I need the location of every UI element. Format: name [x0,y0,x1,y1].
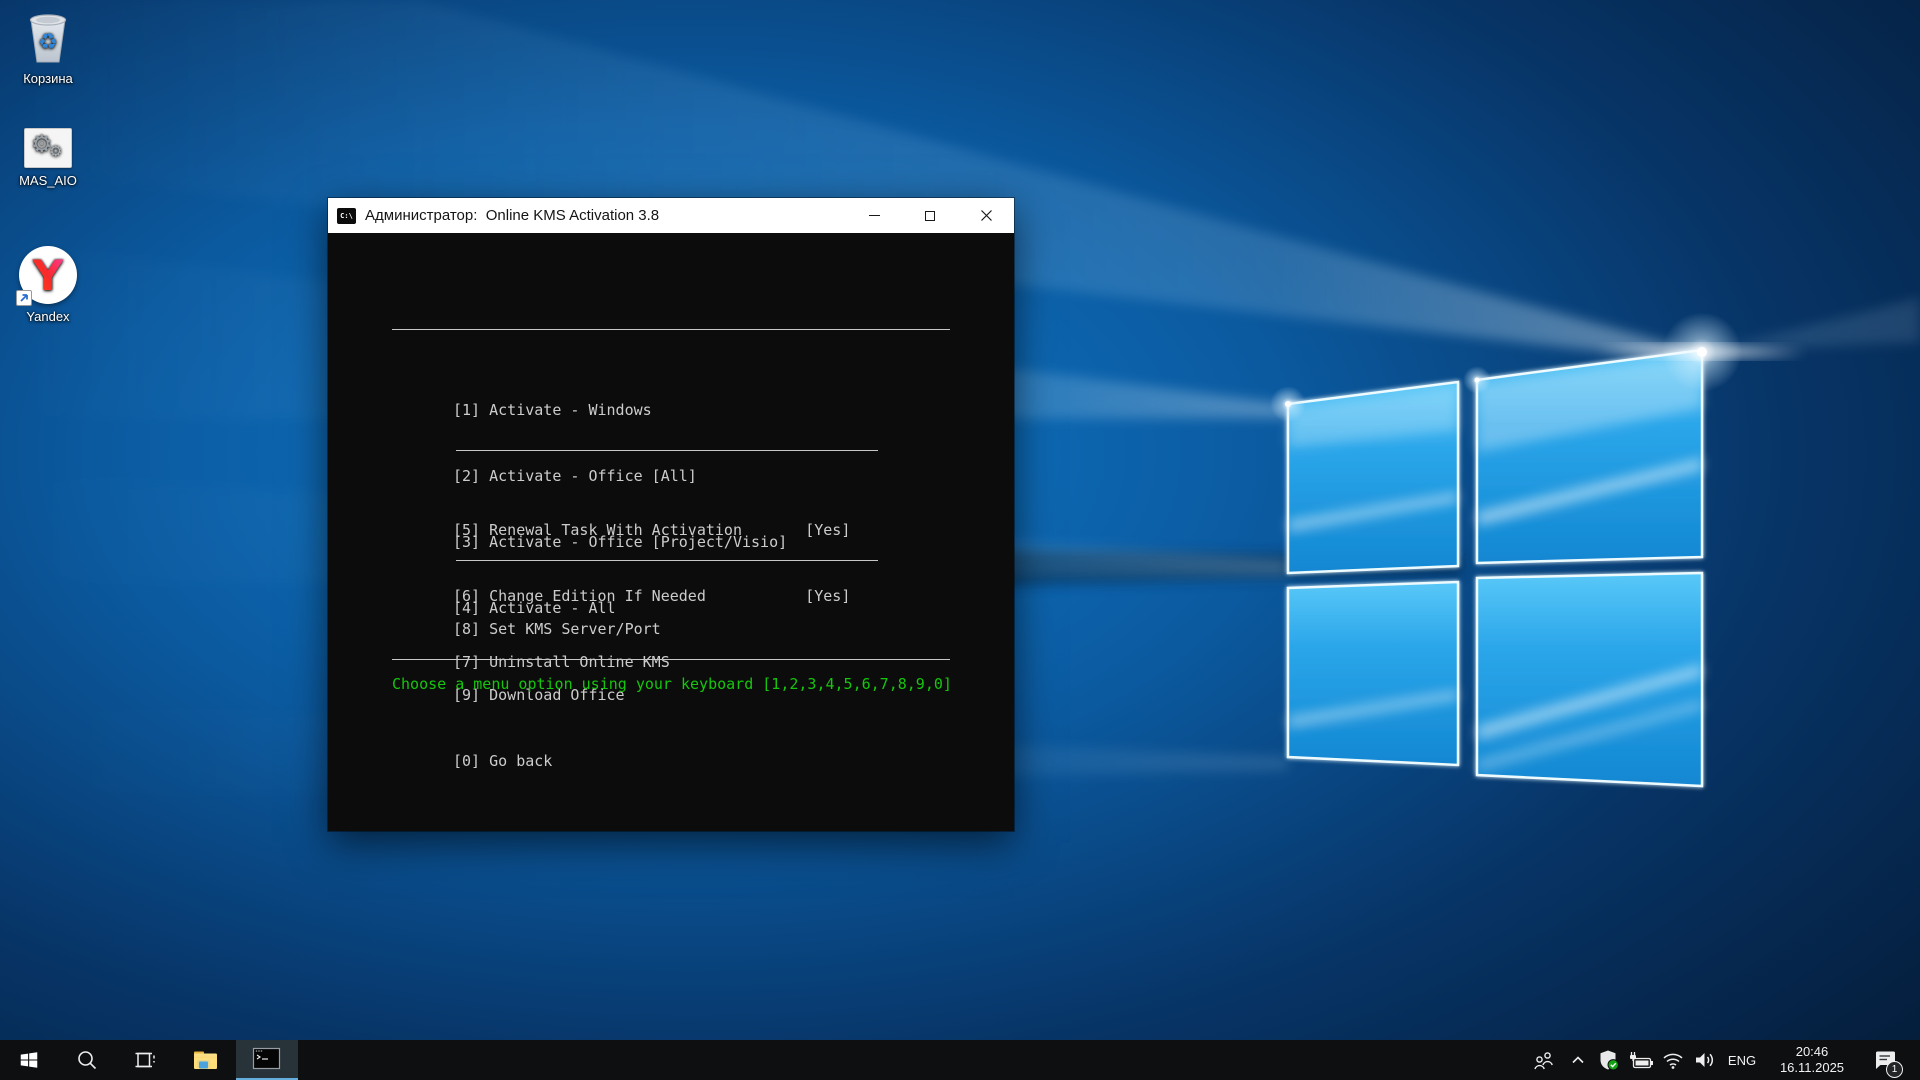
desktop-icon-label: Yandex [26,309,69,324]
people-icon [1532,1048,1556,1072]
console-window-icon [252,1046,282,1072]
clock[interactable]: 20:46 16.11.2025 [1764,1040,1860,1080]
file-explorer-button[interactable] [174,1040,236,1080]
shortcut-arrow-icon [16,290,32,306]
defender-tray-button[interactable] [1594,1040,1624,1080]
console-prompt: Choose a menu option using your keyboard… [392,673,952,695]
clock-date: 16.11.2025 [1780,1060,1844,1076]
separator-line [392,659,950,660]
close-icon [981,210,992,221]
taskbar: ENG 20:46 16.11.2025 1 [0,1040,1920,1080]
notification-badge: 1 [1886,1061,1903,1078]
close-button[interactable] [958,198,1014,233]
clock-time: 20:46 [1796,1044,1829,1060]
recycle-bin-desktop-icon[interactable]: ♻ Корзина [2,8,94,86]
gear-icon: ⚙ [49,142,62,160]
hidden-icons-button[interactable] [1562,1040,1594,1080]
maximize-icon [925,211,935,221]
speaker-icon [1692,1048,1716,1072]
windows-logo-icon [18,1049,40,1071]
wifi-icon [1661,1048,1685,1072]
console-output[interactable]: [1] Activate - Windows [2] Activate - Of… [328,233,1014,831]
separator-line [456,560,878,561]
caption-buttons [846,198,1014,233]
language-indicator[interactable]: ENG [1720,1040,1764,1080]
menu-item: [0] Go back [453,750,661,772]
svg-text:♻: ♻ [38,30,58,55]
language-label: ENG [1728,1053,1756,1068]
separator-line [392,329,950,330]
minimize-icon [869,215,880,216]
minimize-button[interactable] [846,198,902,233]
task-view-button[interactable] [116,1040,174,1080]
window-title: Администратор: Online KMS Activation 3.8 [365,207,659,224]
separator-line [456,450,878,451]
people-button[interactable] [1526,1040,1562,1080]
recycle-bin-icon: ♻ [22,8,74,66]
file-explorer-icon [192,1049,219,1072]
mas-aio-desktop-icon[interactable]: ⚙ ⚙ MAS_AIO [2,128,94,188]
cmd-window: C:\ Администратор: Online KMS Activation… [328,198,1014,831]
desktop: ♻ Корзина ⚙ ⚙ MAS_AIO Y [0,0,1920,1080]
desktop-icon-label: Корзина [23,71,73,86]
system-tray: ENG 20:46 16.11.2025 1 [1526,1040,1920,1080]
action-center-button[interactable]: 1 [1860,1040,1912,1080]
search-button[interactable] [58,1040,116,1080]
menu-item: [1] Activate - Windows [453,399,787,421]
cmd-icon: C:\ [337,208,356,224]
batch-file-icon: ⚙ ⚙ [24,128,72,168]
menu-section-misc: [8] Set KMS Server/Port [9] Download Off… [453,574,661,816]
chevron-up-icon [1569,1051,1587,1069]
security-shield-icon [1597,1048,1621,1072]
window-titlebar[interactable]: C:\ Администратор: Online KMS Activation… [328,198,1014,233]
volume-tray-button[interactable] [1688,1040,1720,1080]
search-icon [75,1048,99,1072]
task-view-icon [133,1048,157,1072]
console-taskbar-button[interactable] [236,1040,298,1080]
menu-item: [8] Set KMS Server/Port [453,618,661,640]
battery-tray-button[interactable] [1624,1040,1658,1080]
yandex-desktop-icon[interactable]: Y Yandex [2,246,94,324]
battery-charging-icon [1627,1049,1655,1071]
svg-text:Y: Y [32,251,64,300]
start-button[interactable] [0,1040,58,1080]
yandex-browser-icon: Y [19,246,77,304]
maximize-button[interactable] [902,198,958,233]
menu-item: [5] Renewal Task With Activation [Yes] [453,519,850,541]
desktop-icon-label: MAS_AIO [19,173,77,188]
wifi-tray-button[interactable] [1658,1040,1688,1080]
